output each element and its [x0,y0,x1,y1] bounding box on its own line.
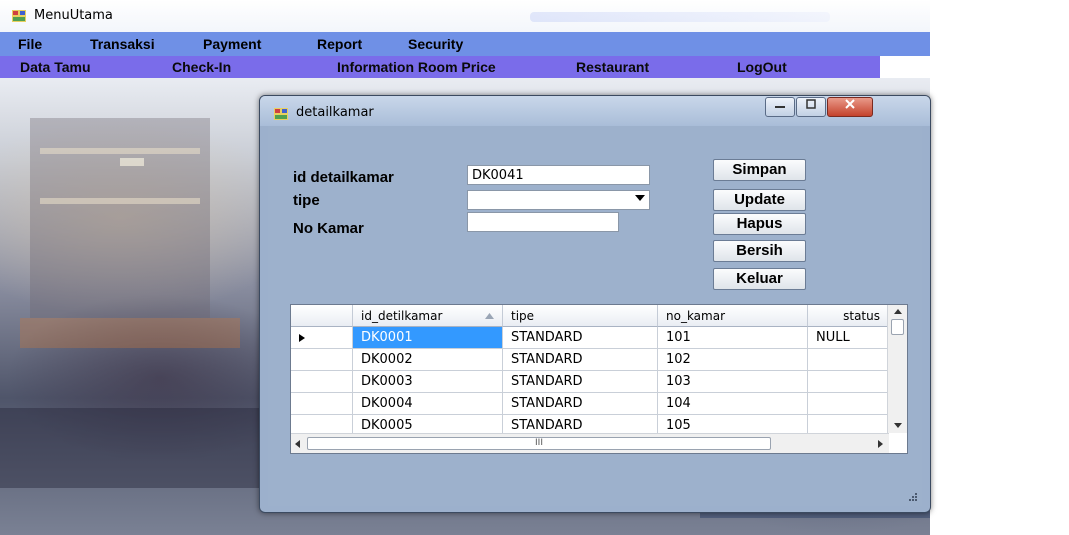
table-cell[interactable]: DK0003 [353,371,503,393]
main-window-title: MenuUtama [34,8,113,23]
simpan-button[interactable]: Simpan [713,159,806,181]
scroll-thumb-grip: III [535,438,543,448]
no-kamar-input[interactable] [467,212,619,232]
table-cell[interactable]: DK0001 [353,327,503,349]
menu-report[interactable]: Report [317,36,362,52]
close-button[interactable] [827,97,873,117]
menu-security[interactable]: Security [408,36,463,52]
table-cell[interactable]: STANDARD [503,371,658,393]
table-cell[interactable]: STANDARD [503,393,658,415]
table-cell[interactable]: NULL [808,327,889,349]
row-header[interactable] [291,327,353,349]
toolstrip-logout[interactable]: LogOut [737,59,787,75]
grid-corner-header [291,305,353,327]
scroll-down-icon[interactable] [894,423,902,428]
table-cell[interactable] [808,371,889,393]
menu-bar: File Transaksi Payment Report Security [0,32,930,56]
column-header-label: id_detilkamar [361,309,443,323]
maximize-icon [806,99,816,109]
menu-transaksi[interactable]: Transaksi [90,36,155,52]
column-header-id-detilkamar[interactable]: id_detilkamar [353,305,503,327]
dialog-title: detailkamar [296,105,374,120]
id-detailkamar-label: id detailkamar [293,169,394,186]
detailkamar-datagrid[interactable]: id_detilkamar tipe no_kamar status DK000… [290,304,908,454]
sort-ascending-icon [485,313,494,319]
table-cell[interactable] [808,349,889,371]
detailkamar-dialog: detailkamar id detailkamar tipe No Kamar… [259,95,931,513]
minimize-button[interactable] [765,97,795,117]
form-icon [274,108,288,120]
table-cell[interactable]: 101 [658,327,808,349]
scroll-up-icon[interactable] [894,309,902,314]
horizontal-scroll-thumb[interactable]: III [307,437,771,450]
title-bar-glare [530,12,830,22]
toolstrip-check-in[interactable]: Check-In [172,59,231,75]
horizontal-scrollbar[interactable]: III [291,433,889,453]
table-cell[interactable]: DK0002 [353,349,503,371]
toolstrip-information-room-price[interactable]: Information Room Price [337,59,496,75]
table-cell[interactable] [808,393,889,415]
close-icon [845,99,855,109]
main-title-bar[interactable]: MenuUtama [0,0,930,32]
toolstrip-restaurant[interactable]: Restaurant [576,59,649,75]
dialog-title-bar[interactable]: detailkamar [260,96,930,126]
table-cell[interactable]: STANDARD [503,349,658,371]
bersih-button[interactable]: Bersih [713,240,806,262]
app-form-icon [12,10,26,22]
tool-strip: Data Tamu Check-In Information Room Pric… [0,56,880,78]
menu-payment[interactable]: Payment [203,36,261,52]
no-kamar-label: No Kamar [293,220,364,237]
table-cell[interactable]: 102 [658,349,808,371]
vertical-scrollbar[interactable] [887,305,907,433]
tipe-label: tipe [293,192,320,209]
table-cell[interactable]: DK0004 [353,393,503,415]
column-header-tipe[interactable]: tipe [503,305,658,327]
row-header[interactable] [291,393,353,415]
column-header-no-kamar[interactable]: no_kamar [658,305,808,327]
minimize-icon [775,106,785,108]
update-button[interactable]: Update [713,189,806,211]
chevron-down-icon[interactable] [635,195,645,201]
dialog-content: id detailkamar tipe No Kamar DK0041 Simp… [268,126,922,506]
table-cell[interactable]: 104 [658,393,808,415]
current-row-indicator-icon [299,334,305,342]
column-header-status[interactable]: status [808,305,889,327]
maximize-button[interactable] [796,97,826,117]
toolstrip-data-tamu[interactable]: Data Tamu [20,59,91,75]
row-header[interactable] [291,371,353,393]
row-header[interactable] [291,349,353,371]
resize-grip-icon[interactable] [908,492,918,502]
hapus-button[interactable]: Hapus [713,213,806,235]
scroll-left-icon[interactable] [295,440,300,448]
tipe-combobox[interactable] [467,190,650,210]
menu-file[interactable]: File [18,36,42,52]
id-detailkamar-input[interactable]: DK0041 [467,165,650,185]
table-cell[interactable]: STANDARD [503,327,658,349]
keluar-button[interactable]: Keluar [713,268,806,290]
table-cell[interactable]: 103 [658,371,808,393]
vertical-scroll-thumb[interactable] [891,319,904,335]
scroll-right-icon[interactable] [878,440,883,448]
